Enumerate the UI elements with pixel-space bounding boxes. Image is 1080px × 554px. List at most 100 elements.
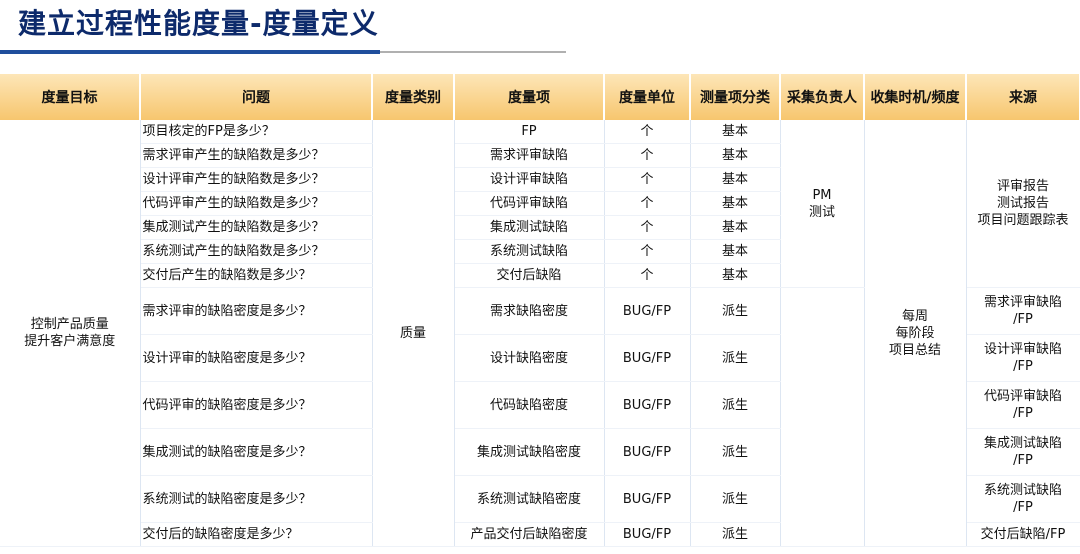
- source-line: /FP: [1013, 406, 1033, 421]
- source-line: /FP: [1013, 453, 1033, 468]
- item-cell: 交付后缺陷: [454, 263, 605, 288]
- header-cell: 测量项分类: [690, 74, 781, 120]
- header-cell: 度量项: [454, 74, 605, 120]
- item-cell: 代码评审缺陷: [454, 191, 605, 216]
- table-row: 控制产品质量 提升客户满意度 项目核定的FP是多少？ 质量 FP 个 基本 PM…: [0, 120, 1080, 547]
- question-cell: 代码评审的缺陷密度是多少？: [140, 381, 373, 429]
- source-cell: 需求评审缺陷 /FP: [966, 287, 1080, 335]
- source-cell: 交付后缺陷/FP: [966, 522, 1080, 547]
- class-cell: 基本: [690, 191, 781, 216]
- item-cell: 集成测试缺陷: [454, 215, 605, 240]
- question-cell: 系统测试产生的缺陷数是多少？: [140, 239, 373, 264]
- question-cell: 设计评审的缺陷密度是多少？: [140, 334, 373, 382]
- header-cell: 度量单位: [604, 74, 691, 120]
- question-cell: 交付后产生的缺陷数是多少？: [140, 263, 373, 288]
- unit-cell: BUG/FP: [604, 428, 691, 476]
- item-cell: 设计缺陷密度: [454, 334, 605, 382]
- source-line: 评审报告: [996, 179, 1049, 194]
- unit-cell: 个: [604, 263, 691, 288]
- item-cell: 需求评审缺陷: [454, 143, 605, 168]
- header-cell: 问题: [140, 74, 373, 120]
- source-cell: 评审报告 测试报告 项目问题跟踪表: [966, 120, 1080, 288]
- unit-cell: 个: [604, 143, 691, 168]
- unit-cell: BUG/FP: [604, 522, 691, 547]
- question-cell: 系统测试的缺陷密度是多少？: [140, 475, 373, 523]
- goal-cell: 控制产品质量 提升客户满意度: [0, 120, 141, 547]
- header-cell: 度量目标: [0, 74, 141, 120]
- question-cell: 项目核定的FP是多少？: [140, 120, 373, 144]
- unit-cell: 个: [604, 167, 691, 192]
- question-cell: 代码评审产生的缺陷数是多少？: [140, 191, 373, 216]
- unit-cell: BUG/FP: [604, 475, 691, 523]
- unit-cell: BUG/FP: [604, 287, 691, 335]
- class-cell: 基本: [690, 263, 781, 288]
- class-cell: 派生: [690, 334, 781, 382]
- source-line: /FP: [1013, 500, 1033, 515]
- source-line: 集成测试缺陷: [983, 436, 1062, 451]
- item-cell: 设计评审缺陷: [454, 167, 605, 192]
- header-row: 度量目标 问题 度量类别 度量项 度量单位 测量项分类 采集负责人 收集时机/频…: [0, 74, 1080, 120]
- unit-cell: 个: [604, 215, 691, 240]
- question-cell: 设计评审产生的缺陷数是多少？: [140, 167, 373, 192]
- goal-line: 提升客户满意度: [24, 334, 116, 349]
- source-line: 设计评审缺陷: [983, 342, 1062, 357]
- source-cell: 设计评审缺陷 /FP: [966, 334, 1080, 382]
- class-cell: 基本: [690, 120, 781, 144]
- item-cell: FP: [454, 120, 605, 144]
- header-cell: 来源: [966, 74, 1080, 120]
- class-cell: 基本: [690, 239, 781, 264]
- unit-cell: BUG/FP: [604, 334, 691, 382]
- source-line: 项目问题跟踪表: [977, 213, 1069, 228]
- source-cell: 系统测试缺陷 /FP: [966, 475, 1080, 523]
- header-cell: 收集时机/频度: [864, 74, 967, 120]
- item-cell: 代码缺陷密度: [454, 381, 605, 429]
- title-underline-gray: [380, 51, 566, 53]
- item-cell: 集成测试缺陷密度: [454, 428, 605, 476]
- question-cell: 需求评审产生的缺陷数是多少？: [140, 143, 373, 168]
- class-cell: 派生: [690, 428, 781, 476]
- page-title: 建立过程性能度量-度量定义: [18, 7, 379, 40]
- unit-cell: 个: [604, 191, 691, 216]
- item-cell: 系统测试缺陷密度: [454, 475, 605, 523]
- collector-line: PM: [812, 187, 832, 203]
- source-line: /FP: [1013, 312, 1033, 327]
- source-cell: 代码评审缺陷 /FP: [966, 381, 1080, 429]
- category-cell: 质量: [372, 120, 455, 547]
- unit-cell: 个: [604, 120, 691, 144]
- collector-cell-empty: [780, 287, 865, 547]
- timing-line: 每周: [901, 308, 928, 324]
- timing-line: 每阶段: [895, 325, 935, 341]
- collector-cell: PM 测试: [780, 120, 865, 288]
- collector-line: 测试: [808, 204, 835, 220]
- question-cell: 交付后的缺陷密度是多少？: [140, 522, 373, 547]
- source-line: 测试报告: [996, 196, 1049, 211]
- source-line: /FP: [1013, 359, 1033, 374]
- class-cell: 派生: [690, 287, 781, 335]
- unit-cell: 个: [604, 239, 691, 264]
- goal-line: 控制产品质量: [30, 317, 109, 332]
- source-line: 系统测试缺陷: [983, 483, 1062, 498]
- class-cell: 派生: [690, 475, 781, 523]
- header-cell: 度量类别: [372, 74, 455, 120]
- source-line: 代码评审缺陷: [983, 389, 1062, 404]
- source-line: 交付后缺陷/FP: [980, 527, 1066, 542]
- item-cell: 系统测试缺陷: [454, 239, 605, 264]
- item-cell: 需求缺陷密度: [454, 287, 605, 335]
- class-cell: 基本: [690, 143, 781, 168]
- source-line: 需求评审缺陷: [983, 295, 1062, 310]
- title-underline: [0, 50, 380, 54]
- class-cell: 基本: [690, 215, 781, 240]
- class-cell: 派生: [690, 381, 781, 429]
- class-cell: 基本: [690, 167, 781, 192]
- item-cell: 产品交付后缺陷密度: [454, 522, 605, 547]
- question-cell: 集成测试产生的缺陷数是多少？: [140, 215, 373, 240]
- source-cell: 集成测试缺陷 /FP: [966, 428, 1080, 476]
- timing-cell: 每周 每阶段 项目总结: [864, 120, 967, 547]
- metric-definition-table: 度量目标 问题 度量类别 度量项 度量单位 测量项分类 采集负责人 收集时机/频…: [0, 74, 1080, 547]
- class-cell: 派生: [690, 522, 781, 547]
- timing-line: 项目总结: [888, 342, 941, 358]
- header-cell: 采集负责人: [780, 74, 865, 120]
- question-cell: 需求评审的缺陷密度是多少？: [140, 287, 373, 335]
- unit-cell: BUG/FP: [604, 381, 691, 429]
- question-cell: 集成测试的缺陷密度是多少？: [140, 428, 373, 476]
